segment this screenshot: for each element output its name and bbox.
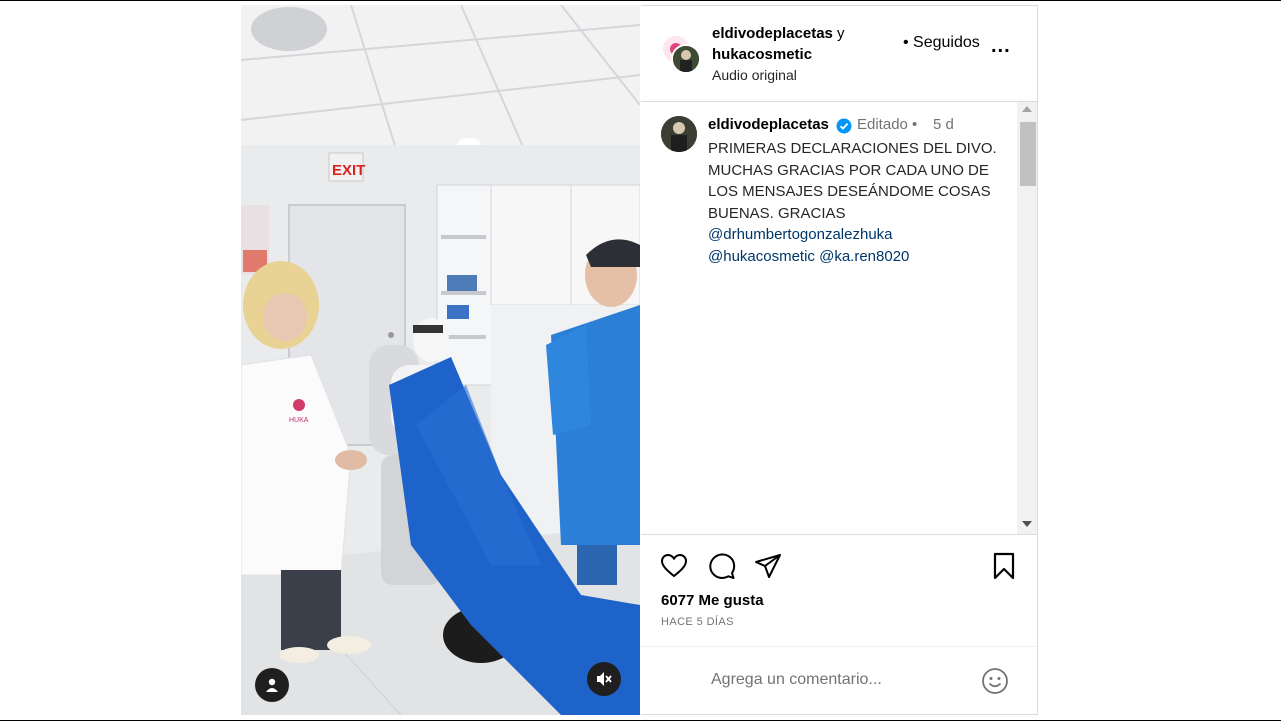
header-user2[interactable]: hukacosmetic	[712, 46, 812, 63]
avatar-eldivodeplacetas[interactable]	[671, 44, 701, 74]
exit-sign-text: EXIT	[332, 162, 365, 179]
profile-photo-icon	[661, 116, 697, 152]
coat-logo-text: HUKA	[289, 417, 309, 424]
likes-count[interactable]: 6077 Me gusta	[661, 592, 764, 609]
following-status[interactable]: • Seguidos	[903, 34, 980, 52]
caption-line: MUCHAS GRACIAS POR CADA UNO DE	[708, 161, 989, 179]
edited-label: Editado •	[857, 116, 917, 133]
post-time[interactable]: 5 d	[933, 116, 954, 133]
posted-ago[interactable]: HACE 5 DÍAS	[661, 616, 734, 628]
mute-button[interactable]	[587, 662, 621, 696]
mention-link[interactable]: @ka.ren8020	[819, 248, 909, 265]
emoji-icon[interactable]	[981, 667, 1009, 695]
audio-link[interactable]: Audio original	[712, 67, 797, 83]
collab-avatars[interactable]	[661, 34, 701, 74]
scroll-down-arrow-icon[interactable]	[1022, 521, 1032, 527]
bookmark-icon[interactable]	[989, 551, 1019, 581]
header-user1[interactable]: eldivodeplacetas	[712, 25, 833, 42]
header-joiner: y	[832, 25, 845, 42]
comments-scrollbar[interactable]	[1017, 102, 1037, 534]
profile-photo-icon	[673, 46, 699, 72]
caption-avatar[interactable]	[661, 116, 697, 152]
meta-separator: •	[912, 116, 918, 133]
caption-line: BUENAS. GRACIAS	[708, 204, 846, 222]
screen-top-border	[0, 0, 1281, 1]
post-video[interactable]: EXIT HUKA	[241, 5, 640, 715]
mention-link[interactable]: @drhumbertogonzalezhuka	[708, 226, 893, 243]
comment-divider	[641, 646, 1037, 647]
edited-text: Editado	[857, 116, 908, 133]
caption-username[interactable]: eldivodeplacetas	[708, 116, 829, 133]
send-icon[interactable]	[753, 551, 783, 581]
comment-input[interactable]	[711, 668, 981, 692]
scroll-up-arrow-icon[interactable]	[1022, 106, 1032, 112]
caption-line: LOS MENSAJES DESEÁNDOME COSAS	[708, 183, 991, 200]
collab-usernames[interactable]: eldivodeplacetas y hukacosmetic	[712, 23, 845, 65]
mention-link[interactable]: @hukacosmetic	[708, 248, 815, 265]
caption-line: PRIMERAS DECLARACIONES DEL DIVO.	[708, 140, 997, 157]
user-tag-button[interactable]	[255, 668, 289, 702]
scroll-thumb[interactable]	[1020, 122, 1036, 186]
verified-badge-icon	[836, 118, 852, 134]
user-tag-icon	[266, 678, 278, 692]
more-options-button[interactable]: ...	[991, 35, 1011, 58]
actions-divider	[641, 534, 1037, 535]
heart-icon[interactable]	[659, 551, 689, 581]
muted-speaker-icon	[597, 672, 612, 686]
comment-icon[interactable]	[707, 551, 737, 581]
post-details-panel: eldivodeplacetas y hukacosmetic Audio or…	[641, 5, 1038, 715]
comments-area: eldivodeplacetas Editado • 5 d PRIMERAS …	[641, 102, 1017, 534]
video-frame-illustration: EXIT HUKA	[241, 5, 640, 715]
post-header: eldivodeplacetas y hukacosmetic Audio or…	[641, 6, 1037, 102]
caption-text: PRIMERAS DECLARACIONES DEL DIVO. MUCHAS …	[708, 138, 1008, 267]
